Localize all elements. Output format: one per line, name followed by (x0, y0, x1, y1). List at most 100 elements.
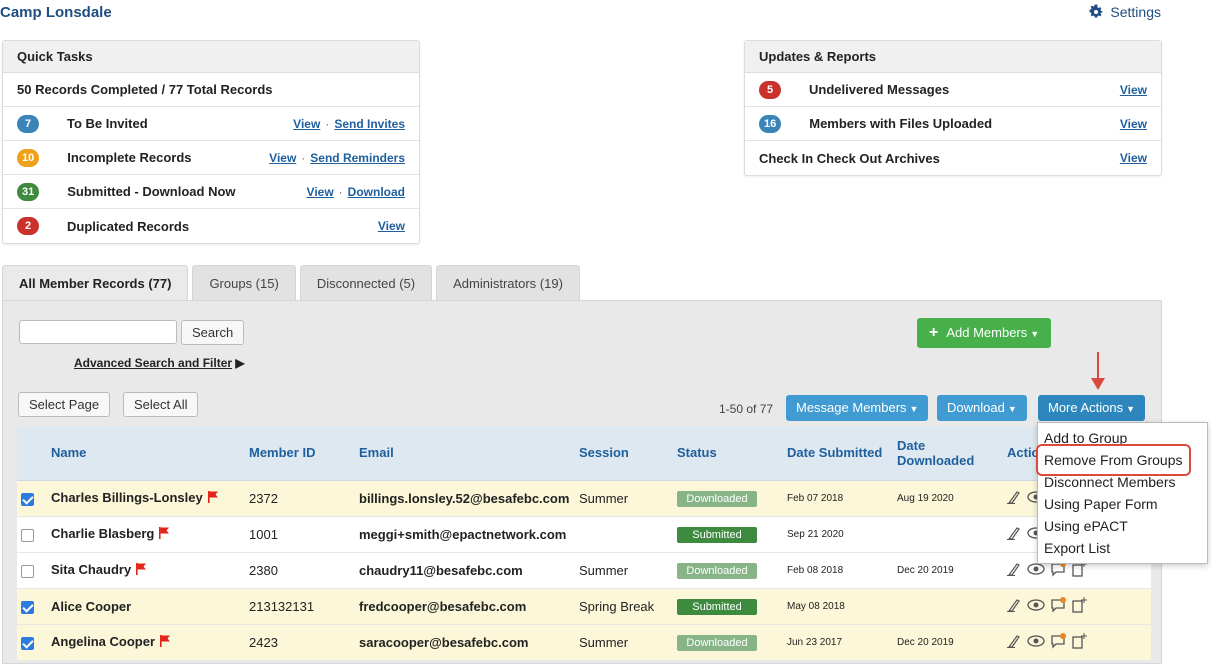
search-input[interactable] (19, 320, 177, 344)
view-link[interactable]: View (307, 185, 334, 199)
message-members-button[interactable]: Message Members ▼ (786, 395, 929, 421)
flag-icon (158, 527, 170, 542)
member-session: Summer (575, 552, 673, 589)
eye-icon[interactable] (1027, 598, 1045, 615)
member-name[interactable]: Charlie Blasberg (51, 526, 154, 541)
eye-icon[interactable] (1027, 634, 1045, 651)
view-link[interactable]: View (1120, 117, 1147, 131)
view-link[interactable]: View (1120, 151, 1147, 165)
more-actions-button[interactable]: More Actions ▼ (1038, 395, 1146, 421)
pencil-icon[interactable] (1007, 598, 1023, 615)
table-row[interactable]: Charles Billings-Lonsley 2372 billings.lon… (17, 480, 1151, 517)
view-link[interactable]: View (1120, 83, 1147, 97)
add-document-icon[interactable] (1071, 632, 1087, 652)
row-checkbox[interactable] (21, 492, 34, 506)
menu-item-export-list[interactable]: Export List (1038, 537, 1207, 559)
flag-icon (135, 563, 147, 578)
status-badge: Downloaded (677, 490, 757, 507)
date-downloaded: Aug 19 2020 (893, 480, 1003, 517)
member-name[interactable]: Charles Billings-Lonsley (51, 490, 203, 505)
col-session[interactable]: Session (575, 426, 673, 481)
select-page-button[interactable]: Select Page (18, 392, 111, 417)
tab-disconnected[interactable]: Disconnected (5) (299, 265, 433, 301)
member-name[interactable]: Sita Chaudry (51, 562, 131, 577)
member-id: 2380 (245, 552, 355, 589)
menu-item-using-paper-form[interactable]: Using Paper Form (1038, 493, 1207, 515)
member-email: fredcooper@besafebc.com (355, 588, 575, 625)
col-email[interactable]: Email (355, 426, 575, 481)
member-email: chaudry11@besafebc.com (355, 552, 575, 589)
row-checkbox[interactable] (21, 564, 34, 578)
col-name[interactable]: Name (47, 426, 245, 481)
member-id: 1001 (245, 516, 355, 553)
advanced-search-link[interactable]: Advanced Search and Filter ▶ (74, 356, 245, 370)
col-date-submitted[interactable]: Date Submitted (783, 426, 893, 481)
member-name[interactable]: Angelina Cooper (51, 634, 155, 649)
plus-icon: + (929, 324, 939, 341)
comment-icon[interactable] (1049, 632, 1067, 652)
date-submitted: Sep 21 2020 (783, 516, 893, 553)
updates-title: Updates & Reports (745, 41, 1161, 73)
date-downloaded (893, 588, 1003, 625)
col-status[interactable]: Status (673, 426, 783, 481)
table-row[interactable]: Alice Cooper 213132131 fredcooper@besafebc… (17, 588, 1151, 625)
send-reminders-link[interactable]: Send Reminders (310, 151, 405, 165)
eye-icon[interactable] (1027, 562, 1045, 579)
settings-link[interactable]: Settings (1088, 4, 1161, 20)
quick-tasks-panel: Quick Tasks 50 Records Completed / 77 To… (2, 40, 420, 244)
col-date-downloaded[interactable]: Date Downloaded (893, 426, 1003, 481)
task-label: To Be Invited (67, 116, 148, 131)
pencil-icon[interactable] (1007, 490, 1023, 507)
member-id: 2423 (245, 624, 355, 661)
select-all-button[interactable]: Select All (123, 392, 199, 417)
table-row[interactable]: Sita Chaudry 2380 chaudry11@besafebc.com Su… (17, 552, 1151, 589)
member-session (575, 516, 673, 553)
tab-administrators[interactable]: Administrators (19) (436, 265, 580, 301)
download-button[interactable]: Download ▼ (937, 395, 1027, 421)
task-row-duplicated: 2 Duplicated Records View (3, 209, 419, 243)
status-badge: Downloaded (677, 562, 757, 579)
col-member-id[interactable]: Member ID (245, 426, 355, 481)
member-name[interactable]: Alice Cooper (51, 599, 131, 614)
status-badge: Submitted (677, 526, 757, 543)
row-checkbox[interactable] (21, 636, 34, 650)
caret-down-icon: ▼ (1030, 329, 1040, 339)
download-link[interactable]: Download (348, 185, 405, 199)
menu-item-using-epact[interactable]: Using ePACT (1038, 515, 1207, 537)
update-label: Undelivered Messages (809, 82, 950, 97)
row-checkbox[interactable] (21, 528, 34, 542)
search-button[interactable]: Search (181, 320, 245, 345)
settings-label: Settings (1110, 4, 1161, 20)
date-submitted: Jun 23 2017 (783, 624, 893, 661)
pencil-icon[interactable] (1007, 562, 1023, 579)
tab-all-members[interactable]: All Member Records (77) (2, 265, 189, 301)
add-members-button[interactable]: + Add Members ▼ (917, 318, 1052, 348)
view-link[interactable]: View (378, 219, 405, 233)
table-row[interactable]: Angelina Cooper 2423 saracooper@besafebc.c… (17, 624, 1151, 661)
tab-groups[interactable]: Groups (15) (192, 265, 296, 301)
table-row[interactable]: Charlie Blasberg 1001 meggi+smith@epactnet… (17, 516, 1151, 553)
count-badge: 10 (17, 148, 40, 167)
arrow-down-icon (1091, 352, 1105, 390)
task-label: Submitted - Download Now (67, 184, 236, 199)
update-label: Members with Files Uploaded (809, 116, 993, 131)
send-invites-link[interactable]: Send Invites (334, 117, 405, 131)
view-link[interactable]: View (293, 117, 320, 131)
caret-down-icon: ▼ (1126, 404, 1136, 414)
date-downloaded (893, 516, 1003, 553)
status-badge: Submitted (677, 598, 757, 615)
flag-icon (207, 491, 219, 506)
members-table: Name Member ID Email Session Status Date… (17, 426, 1151, 661)
caret-down-icon: ▼ (909, 404, 919, 414)
pencil-icon[interactable] (1007, 526, 1023, 543)
pencil-icon[interactable] (1007, 634, 1023, 651)
update-label: Check In Check Out Archives (759, 150, 940, 166)
status-badge: Downloaded (677, 634, 757, 651)
view-link[interactable]: View (269, 151, 296, 165)
quick-tasks-title: Quick Tasks (3, 41, 419, 73)
add-document-icon[interactable] (1071, 596, 1087, 616)
task-row-incomplete: 10 Incomplete Records View · Send Reminder… (3, 141, 419, 175)
row-checkbox[interactable] (21, 600, 34, 614)
comment-icon[interactable] (1049, 596, 1067, 616)
member-id: 2372 (245, 480, 355, 517)
